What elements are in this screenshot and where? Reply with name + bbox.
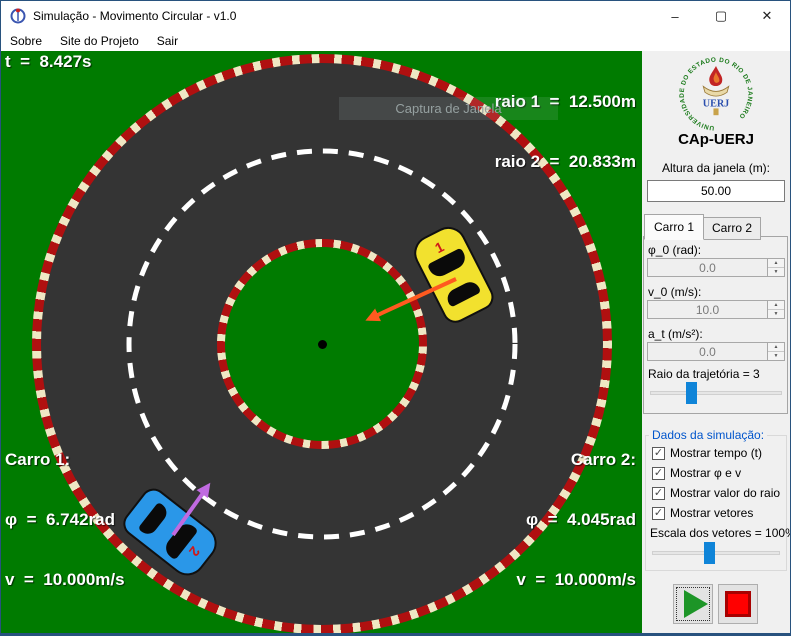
play-button[interactable]: [673, 584, 713, 624]
cap-uerj-title: CAp-UERJ: [678, 131, 754, 148]
scale-slider-track[interactable]: [652, 551, 780, 555]
simulation-data-group: Dados da simulação: ✓ Mostrar tempo (t) …: [645, 428, 790, 571]
checkbox-check-icon[interactable]: ✓: [652, 446, 665, 460]
car2-readout-v: v = 10.000m/s: [516, 570, 636, 589]
app-window: Simulação - Movimento Circular - v1.0 – …: [0, 0, 791, 636]
menu-site-do-projeto[interactable]: Site do Projeto: [51, 32, 148, 50]
play-icon: [684, 590, 708, 618]
scale-slider-thumb[interactable]: [704, 542, 715, 564]
maximize-button[interactable]: ▢: [698, 1, 744, 31]
v0-down-icon[interactable]: ▼: [768, 310, 784, 318]
checkbox-check-icon[interactable]: ✓: [652, 466, 665, 480]
car2-rear-window: [137, 501, 171, 538]
scale-slider-label: Escala dos vetores = 100%: [650, 526, 791, 540]
checkbox-mostrar-raio[interactable]: ✓ Mostrar valor do raio: [652, 486, 780, 500]
scale-slider: [652, 542, 780, 564]
carro1-tab-panel: φ_0 (rad): 0.0 ▲ ▼ v_0 (m/s): 10.0 ▲ ▼ a…: [643, 236, 788, 414]
car1-rear-window: [444, 278, 482, 308]
stop-button[interactable]: [718, 584, 758, 624]
track-center-dot: [318, 340, 327, 349]
car1-readout-title: Carro 1:: [5, 450, 71, 469]
checkbox-label: Mostrar φ e v: [670, 466, 742, 480]
radius-readout: raio 1 = 12.500m raio 2 = 20.833m: [495, 52, 636, 212]
car1-readout-v: v = 10.000m/s: [5, 570, 125, 589]
phi0-value: 0.0: [699, 260, 716, 275]
at-spinner[interactable]: 0.0 ▲ ▼: [647, 342, 785, 361]
checkbox-mostrar-phi-v[interactable]: ✓ Mostrar φ e v: [652, 466, 741, 480]
tab-carro-2[interactable]: Carro 2: [704, 217, 762, 240]
v0-label: v_0 (m/s):: [648, 285, 702, 299]
tab-carro-1[interactable]: Carro 1: [644, 214, 705, 240]
car1-readout-phi: φ = 6.742rad: [5, 510, 115, 529]
phi0-spinner[interactable]: 0.0 ▲ ▼: [647, 258, 785, 277]
uerj-logo: UNIVERSIDADE DO ESTADO DO RIO DE JANEIRO…: [677, 55, 755, 136]
car1-readout: Carro 1: φ = 6.742rad v = 10.000m/s: [5, 410, 125, 630]
car2-readout-phi: φ = 4.045rad: [526, 510, 636, 529]
close-button[interactable]: ✕: [744, 1, 790, 31]
app-icon: [10, 8, 26, 24]
radius2-readout: raio 2 = 20.833m: [494, 152, 636, 171]
checkbox-mostrar-vetores[interactable]: ✓ Mostrar vetores: [652, 506, 753, 520]
window-height-input[interactable]: [647, 180, 785, 202]
title-bar: Simulação - Movimento Circular - v1.0 – …: [1, 1, 790, 31]
car-tabs: Carro 1 Carro 2: [644, 214, 762, 240]
phi0-down-icon[interactable]: ▼: [768, 268, 784, 276]
car2-readout-title: Carro 2:: [570, 450, 636, 469]
window-title: Simulação - Movimento Circular - v1.0: [33, 9, 237, 23]
radius-slider-track[interactable]: [650, 391, 782, 395]
at-up-icon[interactable]: ▲: [768, 343, 784, 352]
radius-slider-thumb[interactable]: [686, 382, 697, 404]
at-label: a_t (m/s²):: [648, 327, 703, 341]
menu-bar: Sobre Site do Projeto Sair: [1, 31, 790, 51]
radius-slider-label: Raio da trajetória = 3: [648, 367, 760, 381]
checkbox-label: Mostrar vetores: [670, 506, 754, 520]
at-value: 0.0: [699, 344, 716, 359]
checkbox-mostrar-tempo[interactable]: ✓ Mostrar tempo (t): [652, 446, 762, 460]
at-down-icon[interactable]: ▼: [768, 352, 784, 360]
checkbox-label: Mostrar valor do raio: [670, 486, 781, 500]
simulation-data-group-label: Dados da simulação:: [649, 428, 768, 442]
window-height-label: Altura da janela (m):: [661, 161, 771, 175]
capture-window-button[interactable]: Captura de Janela: [339, 97, 558, 120]
simulation-canvas: 1 2 t = 8.427s raio 1 = 12.500m raio 2 =…: [1, 51, 642, 633]
phi0-up-icon[interactable]: ▲: [768, 259, 784, 268]
time-readout: t = 8.427s: [5, 52, 92, 71]
logo-acronym: UERJ: [703, 99, 730, 110]
v0-spinner[interactable]: 10.0 ▲ ▼: [647, 300, 785, 319]
stop-icon: [725, 591, 751, 617]
control-sidebar: UNIVERSIDADE DO ESTADO DO RIO DE JANEIRO…: [642, 51, 790, 633]
main-area: 1 2 t = 8.427s raio 1 = 12.500m raio 2 =…: [1, 51, 790, 633]
logo-bowl-icon: [702, 85, 730, 97]
checkbox-label: Mostrar tempo (t): [670, 446, 763, 460]
car2-readout: Carro 2: φ = 4.045rad v = 10.000m/s: [516, 410, 636, 630]
minimize-button[interactable]: –: [652, 1, 698, 31]
menu-sobre[interactable]: Sobre: [1, 32, 51, 50]
menu-sair[interactable]: Sair: [148, 32, 187, 50]
checkbox-check-icon[interactable]: ✓: [652, 486, 665, 500]
radius-slider: [650, 382, 782, 404]
v0-value: 10.0: [695, 302, 720, 317]
v0-up-icon[interactable]: ▲: [768, 301, 784, 310]
checkbox-check-icon[interactable]: ✓: [652, 506, 665, 520]
phi0-label: φ_0 (rad):: [648, 243, 702, 257]
